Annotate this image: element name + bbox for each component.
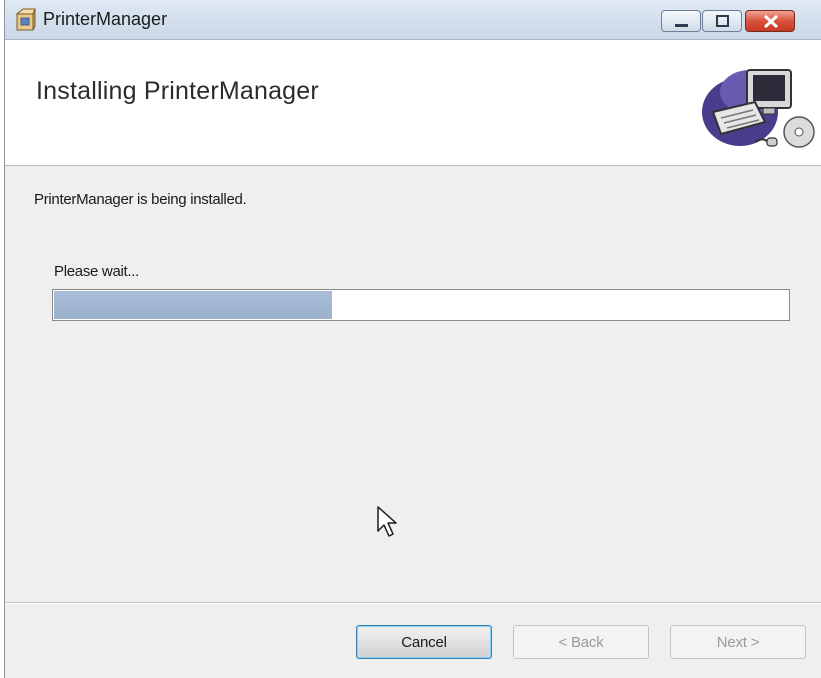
installer-package-icon <box>15 8 36 31</box>
window-title: PrinterManager <box>43 9 168 29</box>
progress-fill <box>54 291 332 319</box>
computer-setup-icon <box>702 69 815 148</box>
dialog-header: Installing PrinterManager <box>5 40 821 166</box>
cancel-button[interactable]: Cancel <box>356 625 492 659</box>
title-bar[interactable]: PrinterManager <box>5 0 821 40</box>
status-message: PrinterManager is being installed. <box>34 191 247 208</box>
maximize-button[interactable] <box>702 10 742 32</box>
installer-window: PrinterManager Installing PrinterManager <box>4 0 821 678</box>
footer-divider <box>5 602 821 604</box>
minimize-icon <box>675 24 688 27</box>
back-button[interactable]: < Back <box>513 625 649 659</box>
close-icon <box>763 14 779 29</box>
install-progress-bar <box>52 289 790 321</box>
mouse-pointer-icon <box>377 506 397 537</box>
page-title: Installing PrinterManager <box>36 77 319 105</box>
next-button[interactable]: Next > <box>670 625 806 659</box>
close-button[interactable] <box>745 10 795 32</box>
wait-label: Please wait... <box>54 263 140 280</box>
minimize-button[interactable] <box>661 10 701 32</box>
maximize-icon <box>716 15 729 27</box>
